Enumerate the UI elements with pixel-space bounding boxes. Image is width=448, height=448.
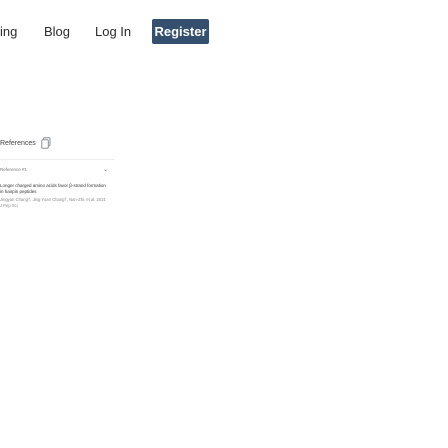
reference-title[interactable]: Longer charged amino acids favor β-stran… [0,183,108,195]
reference-label: Reference #1 [0,167,28,172]
page: ing Blog Log In Register References Refe… [0,0,448,448]
expand-icon[interactable]: ⌄ [103,166,108,174]
copy-icon[interactable] [41,137,51,149]
reference-authors: Jingyan Chang†, Jing Yuan Chang†, Nan-Zh… [0,197,106,208]
references-heading: References [0,140,36,147]
top-navigation: ing Blog Log In Register [0,0,448,60]
reference-label-row: Reference #1 ⌄ [0,166,108,176]
references-section: References Reference #1 ⌄ Longer charged… [0,135,448,448]
nav-link-blog[interactable]: Blog [44,24,70,40]
reference-card[interactable]: Reference #1 ⌄ Longer charged amino acid… [0,159,115,329]
register-button[interactable]: Register [152,19,209,44]
nav-link-login[interactable]: Log In [95,24,131,40]
nav-link-pricing[interactable]: ing [0,24,17,40]
